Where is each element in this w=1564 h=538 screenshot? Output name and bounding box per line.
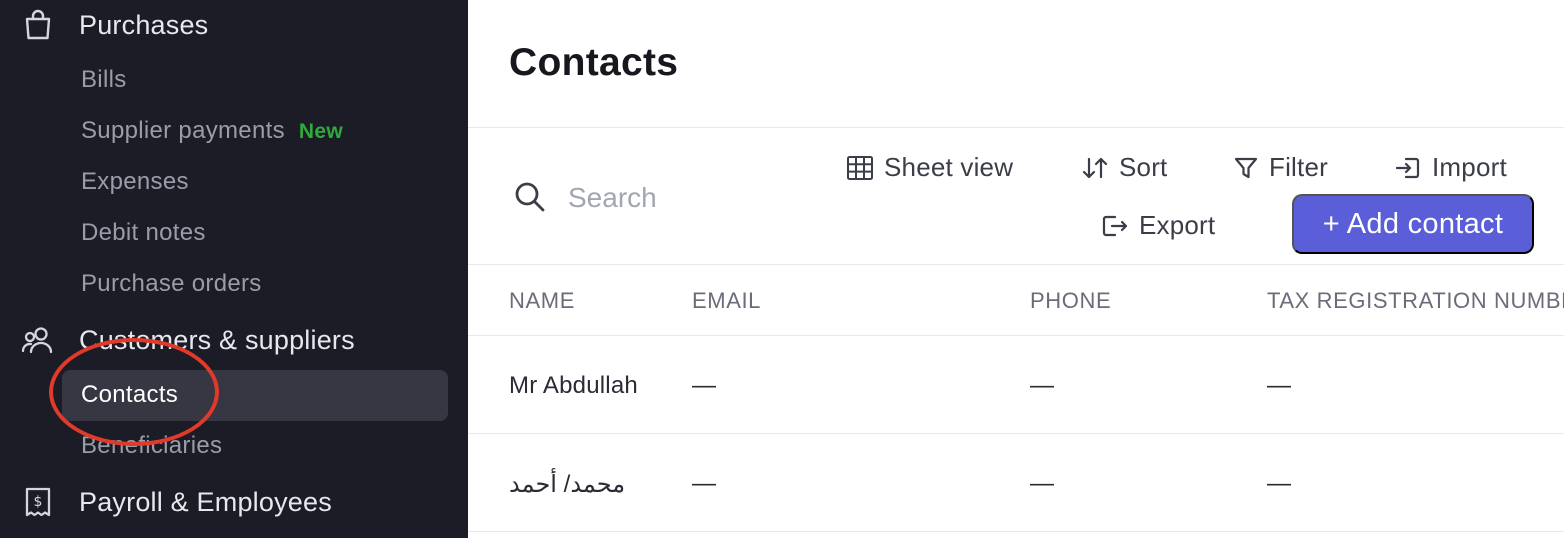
sidebar: Purchases Bills Supplier payments New Exp…	[0, 0, 468, 538]
toolbar-divider	[468, 264, 1564, 265]
sidebar-item-purchase-orders[interactable]: Purchase orders	[81, 270, 262, 298]
cell-phone: —	[1030, 470, 1055, 497]
row-divider	[468, 433, 1564, 434]
cell-email: —	[692, 372, 717, 399]
column-header-tax-registration-number[interactable]: TAX REGISTRATION NUMBER	[1267, 288, 1564, 314]
sheet-view-label: Sheet view	[884, 152, 1014, 182]
sidebar-item-label: Supplier payments	[81, 117, 285, 144]
filter-funnel-icon	[1234, 157, 1258, 178]
column-header-email[interactable]: EMAIL	[692, 288, 761, 314]
sidebar-item-debit-notes[interactable]: Debit notes	[81, 219, 206, 247]
cell-name: Mr Abdullah	[509, 372, 638, 399]
sort-button[interactable]: Sort	[1081, 152, 1167, 183]
column-header-phone[interactable]: PHONE	[1030, 288, 1111, 314]
cell-tax-registration-number: —	[1267, 372, 1292, 399]
cell-tax-registration-number: —	[1267, 470, 1292, 497]
cell-phone: —	[1030, 372, 1055, 399]
sidebar-section-label: Customers & suppliers	[79, 324, 355, 355]
sidebar-item-supplier-payments[interactable]: Supplier payments New	[81, 117, 343, 145]
export-label: Export	[1139, 210, 1216, 240]
sidebar-item-beneficiaries[interactable]: Beneficiaries	[81, 432, 222, 460]
cell-email: —	[692, 470, 717, 497]
export-icon	[1102, 215, 1128, 236]
cell-name: محمد/ أحمد	[509, 471, 626, 498]
import-button[interactable]: Import	[1394, 152, 1507, 183]
add-contact-button[interactable]: + Add contact	[1292, 194, 1534, 254]
payroll-receipt-icon: $	[21, 485, 55, 519]
sidebar-item-contacts[interactable]: Contacts	[62, 370, 448, 421]
import-icon	[1395, 157, 1420, 178]
column-header-name[interactable]: NAME	[509, 288, 575, 314]
sidebar-section-label: Purchases	[79, 9, 209, 40]
row-divider	[468, 531, 1564, 532]
import-label: Import	[1432, 152, 1507, 182]
sidebar-item-expenses[interactable]: Expenses	[81, 168, 189, 196]
page-title: Contacts	[509, 41, 679, 84]
sidebar-item-bills[interactable]: Bills	[81, 66, 127, 94]
search-icon[interactable]	[513, 180, 547, 214]
sort-arrows-icon	[1082, 157, 1108, 178]
shopping-bag-icon	[21, 8, 55, 42]
users-icon	[21, 323, 55, 357]
sort-label: Sort	[1119, 152, 1168, 182]
filter-label: Filter	[1269, 152, 1328, 182]
sidebar-item-label: Contacts	[81, 381, 179, 408]
main-content: Contacts Sheet view Sort Filter I	[468, 0, 1564, 538]
export-button[interactable]: Export	[1101, 210, 1215, 241]
header-divider	[468, 127, 1564, 128]
sheet-view-button[interactable]: Sheet view	[846, 152, 1013, 183]
filter-button[interactable]: Filter	[1233, 152, 1328, 183]
new-badge: New	[298, 120, 343, 143]
grid-icon	[847, 155, 873, 180]
header-row-divider	[468, 335, 1564, 336]
svg-text:$: $	[34, 494, 43, 510]
sidebar-section-label: Payroll & Employees	[79, 486, 332, 517]
search-input[interactable]	[568, 176, 768, 220]
